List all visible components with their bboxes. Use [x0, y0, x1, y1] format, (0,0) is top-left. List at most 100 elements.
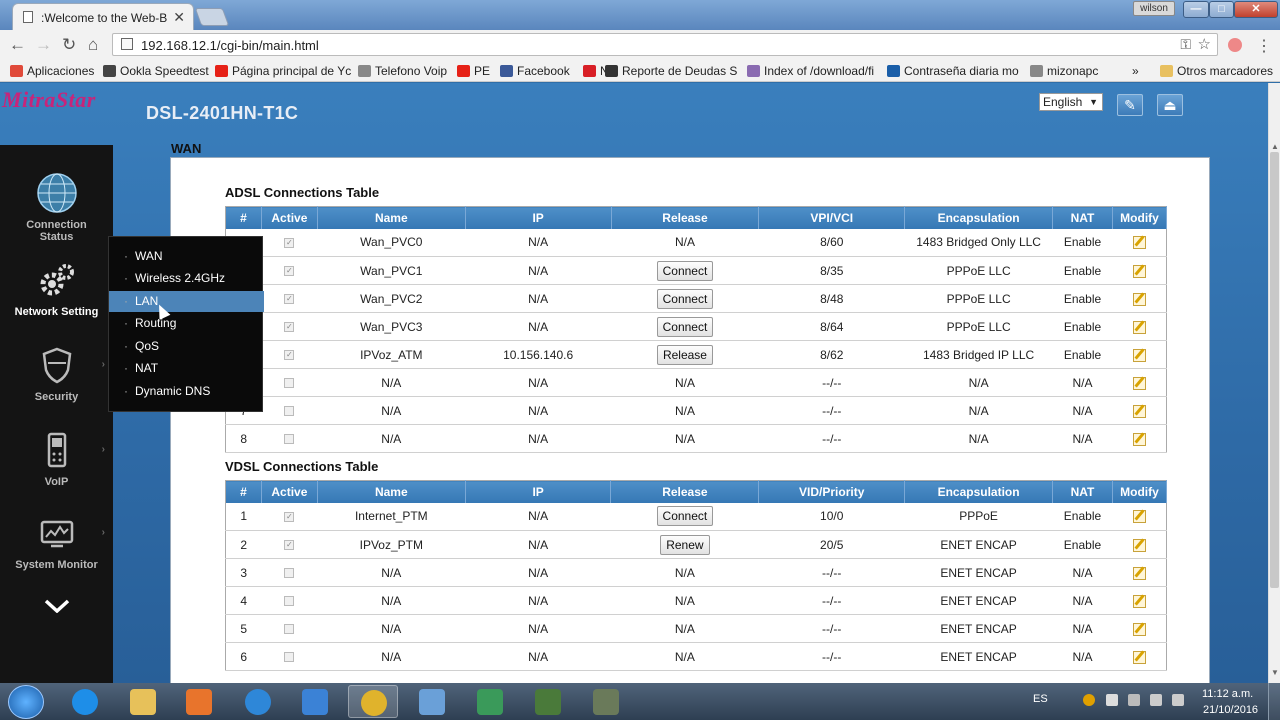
wizard-icon[interactable]: ✎: [1117, 94, 1143, 116]
bookmark-item[interactable]: Página principal de Yc: [215, 64, 363, 78]
menu-icon[interactable]: ⋮: [1256, 36, 1272, 56]
bookmark-item[interactable]: Index of /download/fi: [747, 64, 893, 78]
logout-icon[interactable]: ⏏: [1157, 94, 1183, 116]
sidebar-item-network-setting[interactable]: Network Setting: [0, 260, 113, 318]
new-tab-button[interactable]: [194, 8, 230, 26]
forward-icon[interactable]: →: [35, 35, 52, 55]
edit-icon[interactable]: [1132, 510, 1146, 524]
extension-icon[interactable]: [1228, 38, 1242, 52]
edit-icon[interactable]: [1132, 622, 1146, 636]
active-checkbox[interactable]: ✓: [284, 540, 295, 551]
scrollbar-thumb[interactable]: [1270, 152, 1279, 588]
active-checkbox[interactable]: ✓: [284, 322, 295, 333]
sidebar-item-security[interactable]: Security ›: [0, 345, 113, 403]
scroll-down-icon[interactable]: ▼: [1271, 668, 1279, 677]
clock-time[interactable]: 11:12 a.m.: [1202, 688, 1253, 700]
sidebar-item-system-monitor[interactable]: System Monitor ›: [0, 513, 113, 571]
active-checkbox[interactable]: [284, 568, 295, 579]
url-text[interactable]: 192.168.12.1/cgi-bin/main.html: [141, 38, 319, 53]
taskbar-button[interactable]: [581, 685, 631, 718]
taskbar-button[interactable]: [233, 685, 283, 718]
bookmark-item[interactable]: Facebook: [500, 64, 588, 78]
scroll-down-chevron-icon[interactable]: [0, 593, 113, 619]
volume-icon[interactable]: [1172, 694, 1184, 706]
home-icon[interactable]: ⌂: [88, 35, 98, 55]
submenu-item-nat[interactable]: NAT: [109, 358, 264, 379]
close-window-button[interactable]: ✕: [1234, 1, 1278, 18]
active-checkbox[interactable]: [284, 434, 295, 445]
profile-badge[interactable]: wilson: [1133, 1, 1175, 16]
back-icon[interactable]: ←: [9, 35, 26, 55]
maximize-button[interactable]: □: [1209, 1, 1234, 18]
address-bar[interactable]: 192.168.12.1/cgi-bin/main.html ⚿ ☆: [112, 33, 1218, 56]
usb-icon[interactable]: [1128, 694, 1140, 706]
reload-icon[interactable]: ↻: [62, 35, 76, 55]
taskbar-button[interactable]: [60, 685, 110, 718]
edit-icon[interactable]: [1132, 236, 1146, 250]
show-desktop-button[interactable]: [1268, 683, 1280, 720]
key-icon[interactable]: ⚿: [1180, 36, 1191, 53]
language-select[interactable]: English ▼: [1039, 93, 1103, 111]
release-action-button[interactable]: Connect: [656, 288, 714, 309]
submenu-item-dynamic-dns[interactable]: Dynamic DNS: [109, 381, 264, 402]
bookmark-item[interactable]: Aplicaciones: [10, 64, 112, 78]
bookmark-item[interactable]: Reporte de Deudas S: [605, 64, 753, 78]
edit-icon[interactable]: [1132, 404, 1146, 418]
bookmark-item[interactable]: mizonapc: [1030, 64, 1118, 78]
bookmark-item[interactable]: Telefono Voip: [358, 64, 468, 78]
submenu-item-wan[interactable]: WAN: [109, 246, 264, 267]
submenu-item-qos[interactable]: QoS: [109, 336, 264, 357]
edit-icon[interactable]: [1132, 594, 1146, 608]
active-checkbox[interactable]: [284, 624, 295, 635]
start-button[interactable]: [8, 685, 44, 719]
taskbar-button[interactable]: [118, 685, 168, 718]
taskbar-button[interactable]: [290, 685, 340, 718]
bookmark-item[interactable]: Contraseña diaria mo: [887, 64, 1040, 78]
active-checkbox[interactable]: [284, 406, 295, 417]
taskbar-button[interactable]: [348, 685, 398, 718]
submenu-item-wireless-2-4ghz[interactable]: Wireless 2.4GHz: [109, 268, 264, 289]
edit-icon[interactable]: [1132, 538, 1146, 552]
edit-icon[interactable]: [1132, 566, 1146, 580]
tray-app-icon[interactable]: [1083, 694, 1095, 706]
active-checkbox[interactable]: ✓: [284, 238, 295, 249]
submenu-item-routing[interactable]: Routing: [109, 313, 264, 334]
active-checkbox[interactable]: [284, 652, 295, 663]
active-checkbox[interactable]: [284, 378, 295, 389]
scroll-up-icon[interactable]: ▲: [1271, 142, 1279, 151]
active-checkbox[interactable]: ✓: [284, 512, 295, 523]
page-info-icon[interactable]: [121, 38, 133, 50]
active-checkbox[interactable]: ✓: [284, 266, 295, 277]
clock-date[interactable]: 21/10/2016: [1203, 704, 1258, 716]
network-icon[interactable]: [1150, 694, 1162, 706]
active-checkbox[interactable]: ✓: [284, 294, 295, 305]
edit-icon[interactable]: [1132, 348, 1146, 362]
release-action-button[interactable]: Renew: [660, 534, 710, 555]
edit-icon[interactable]: [1132, 650, 1146, 664]
release-action-button[interactable]: Release: [656, 344, 713, 365]
edit-icon[interactable]: [1132, 376, 1146, 390]
taskbar-button[interactable]: [174, 685, 224, 718]
browser-tab[interactable]: :Welcome to the Web-B ✕: [12, 3, 194, 30]
dropbox-icon[interactable]: [1106, 694, 1118, 706]
other-bookmarks-folder[interactable]: Otros marcadores: [1160, 64, 1273, 78]
taskbar-button[interactable]: [465, 685, 515, 718]
release-action-button[interactable]: Connect: [656, 316, 714, 337]
close-tab-icon[interactable]: ✕: [173, 9, 185, 26]
bookmark-item[interactable]: Ookla Speedtest: [103, 64, 225, 78]
active-checkbox[interactable]: ✓: [284, 350, 295, 361]
edit-icon[interactable]: [1132, 432, 1146, 446]
minimize-button[interactable]: —: [1183, 1, 1209, 18]
edit-icon[interactable]: [1132, 292, 1146, 306]
active-checkbox[interactable]: [284, 596, 295, 607]
input-language[interactable]: ES: [1033, 693, 1048, 705]
release-action-button[interactable]: Connect: [656, 260, 714, 281]
more-bookmarks-button[interactable]: »: [1132, 64, 1139, 78]
edit-icon[interactable]: [1132, 320, 1146, 334]
submenu-item-lan[interactable]: LAN: [109, 291, 264, 312]
sidebar-item-voip[interactable]: VoIP ›: [0, 430, 113, 488]
release-action-button[interactable]: Connect: [656, 506, 714, 527]
bookmark-star-icon[interactable]: ☆: [1198, 35, 1211, 53]
edit-icon[interactable]: [1132, 264, 1146, 278]
sidebar-item-connection-status[interactable]: Connection Status: [0, 173, 113, 243]
